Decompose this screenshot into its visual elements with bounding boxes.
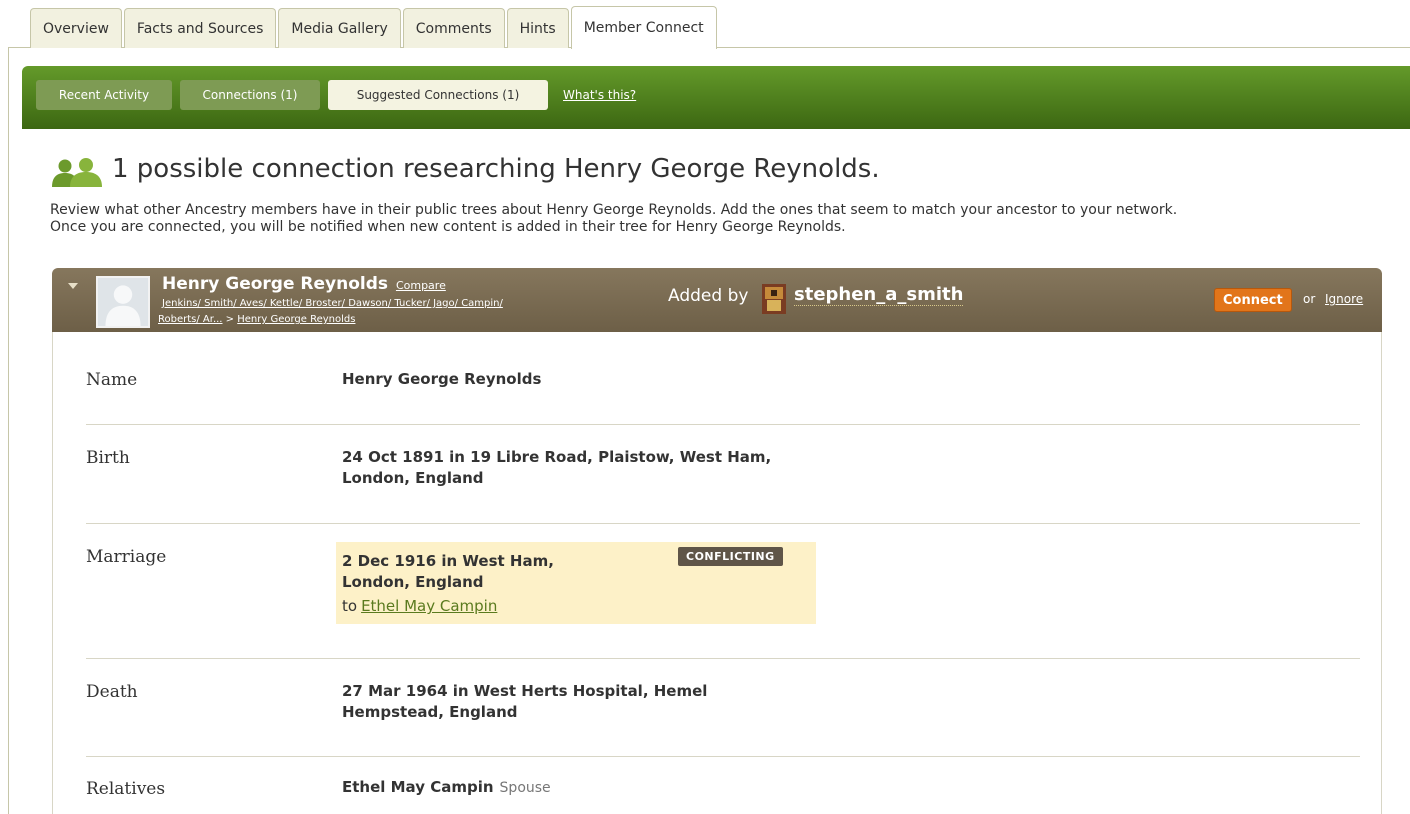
relative-type: Spouse [499,780,551,796]
path-separator: > [225,314,235,325]
tree-path-link[interactable]: Jenkins/ Smith/ Aves/ Kettle/ Broster/ D… [162,298,503,309]
fact-divider [86,658,1360,659]
tree-name-link[interactable]: Roberts/ Ar... [158,314,222,325]
compare-link[interactable]: Compare [396,279,446,292]
tab-hints[interactable]: Hints [506,8,569,48]
subtab-recent-activity[interactable]: Recent Activity [36,80,172,110]
fact-value-birth: 24 Oct 1891 in 19 Libre Road, Plaistow, … [342,448,772,487]
fact-value-marriage: 2 Dec 1916 in West Ham, London, England [342,552,554,591]
fact-divider [86,424,1360,425]
added-by-label: Added by [668,286,749,306]
fact-label-death: Death [86,682,138,702]
connection-person-name[interactable]: Henry George Reynolds Compare [162,274,446,294]
relative-name: Ethel May Campin [342,778,494,796]
fact-value-relatives: Ethel May Campin Spouse [342,777,551,799]
fact-label-birth: Birth [86,448,130,468]
fact-divider [86,756,1360,757]
marriage-spouse-line: to Ethel May Campin [342,597,498,615]
content-left-border [8,47,9,814]
subtab-suggested-connections[interactable]: Suggested Connections (1) [328,80,548,110]
fact-label-marriage: Marriage [86,547,167,567]
member-connect-subnav: Recent Activity Connections (1) Suggeste… [22,66,1410,129]
tab-overview[interactable]: Overview [30,8,122,48]
spouse-link[interactable]: Ethel May Campin [361,597,497,615]
fact-value-name: Henry George Reynolds [342,370,542,388]
subtab-connections[interactable]: Connections (1) [180,80,320,110]
fact-value-death: 27 Mar 1964 in West Herts Hospital, Heme… [342,682,708,721]
tab-media-gallery[interactable]: Media Gallery [278,8,401,48]
person-silhouette-icon [96,276,150,328]
fact-divider [86,523,1360,524]
page-title: 1 possible connection researching Henry … [112,154,880,184]
whats-this-link[interactable]: What's this? [563,88,636,102]
user-photo-icon [762,284,786,314]
tree-path-line2: Roberts/ Ar... > Henry George Reynolds [158,314,355,325]
ignore-link[interactable]: Ignore [1325,292,1363,306]
connect-button[interactable]: Connect [1214,288,1292,312]
top-tabs: Overview Facts and Sources Media Gallery… [30,6,719,49]
connection-header: Henry George Reynolds Compare Jenkins/ S… [52,268,1382,332]
or-text: or [1303,292,1316,306]
collapse-caret-icon[interactable] [68,283,78,289]
intro-text: Review what other Ancestry members have … [50,202,1178,235]
fact-label-relatives: Relatives [86,779,166,799]
people-icon [52,158,102,187]
tab-comments[interactable]: Comments [402,8,505,48]
fact-label-name: Name [86,370,138,390]
username-link[interactable]: stephen_a_smith [794,284,964,306]
tab-member-connect[interactable]: Member Connect [570,6,717,49]
tree-person-link[interactable]: Henry George Reynolds [237,314,355,325]
tab-facts-and-sources[interactable]: Facts and Sources [123,8,277,48]
conflicting-badge: CONFLICTING [678,547,783,566]
